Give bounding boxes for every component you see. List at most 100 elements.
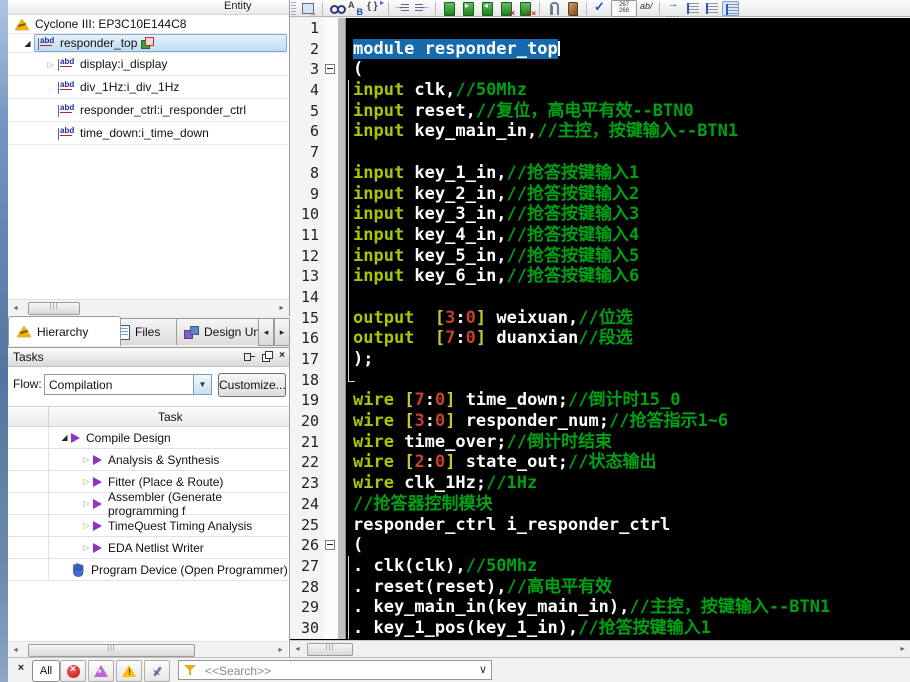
- close-icon[interactable]: ×: [14, 661, 28, 675]
- scroll-right-arrow[interactable]: ▸: [896, 643, 909, 655]
- code-line-27[interactable]: 27. clk(clk),//50Mhz: [290, 556, 910, 577]
- fold-margin[interactable]: [324, 80, 338, 101]
- replace-icon[interactable]: [347, 1, 364, 16]
- code-line-23[interactable]: 23wire clk_1Hz;//1Hz: [290, 473, 910, 494]
- code-text[interactable]: output [3:0] weixuan,//位选: [346, 308, 910, 329]
- code-text[interactable]: wire time_over;//倒计时结束: [346, 432, 910, 453]
- fold-margin[interactable]: [324, 163, 338, 184]
- tab-scroll-right[interactable]: ▸: [274, 318, 290, 346]
- export-icon[interactable]: [300, 1, 317, 16]
- check-syntax-icon[interactable]: [592, 1, 609, 16]
- editor-hscrollbar[interactable]: ◂ ▸: [290, 640, 910, 657]
- navigator-hscrollbar[interactable]: ◂ ▸: [8, 299, 289, 316]
- decrease-indent-icon[interactable]: [413, 1, 430, 16]
- insert-template-icon[interactable]: [366, 1, 383, 16]
- chevron-down-icon[interactable]: ∨: [479, 663, 487, 676]
- code-text[interactable]: input key_2_in,//抢答按键输入2: [346, 184, 910, 205]
- fold-margin[interactable]: [324, 121, 338, 142]
- align-block-icon[interactable]: [722, 1, 739, 16]
- message-search-input[interactable]: <<Search>> ∨: [178, 660, 492, 680]
- collapsed-arrow-icon[interactable]: ▷: [80, 543, 93, 552]
- code-text[interactable]: input key_1_in,//抢答按键输入1: [346, 163, 910, 184]
- fold-margin[interactable]: [324, 266, 338, 287]
- code-line-15[interactable]: 15output [3:0] weixuan,//位选: [290, 308, 910, 329]
- code-text[interactable]: [346, 287, 910, 308]
- code-line-30[interactable]: 30. key_1_pos(key_1_in),//抢答按键输入1: [290, 618, 910, 639]
- tree-item-responder_top[interactable]: ◢abdresponder_top: [8, 34, 289, 53]
- code-line-12[interactable]: 12input key_5_in,//抢答按键输入5: [290, 246, 910, 267]
- code-text[interactable]: responder_ctrl i_responder_ctrl: [346, 515, 910, 536]
- code-line-22[interactable]: 22wire [2:0] state_out;//状态输出: [290, 452, 910, 473]
- expand-arrow-icon[interactable]: ◢: [21, 39, 34, 48]
- line-count-icon[interactable]: 267268: [611, 0, 637, 17]
- code-line-9[interactable]: 9input key_2_in,//抢答按键输入2: [290, 184, 910, 205]
- scroll-right-arrow[interactable]: ▸: [275, 302, 288, 314]
- error-filter-button[interactable]: [60, 660, 86, 682]
- code-text[interactable]: wire [7:0] time_down;//倒计时15_0: [346, 390, 910, 411]
- fold-margin[interactable]: [324, 390, 338, 411]
- fold-margin[interactable]: [324, 39, 338, 60]
- fold-margin[interactable]: [324, 349, 338, 370]
- expand-arrow-icon[interactable]: ◢: [58, 433, 71, 442]
- code-text[interactable]: wire [3:0] responder_num;//抢答指示1~6: [346, 411, 910, 432]
- collapsed-arrow-icon[interactable]: ▷: [80, 477, 93, 486]
- code-text[interactable]: input key_3_in,//抢答按键输入3: [346, 204, 910, 225]
- code-line-21[interactable]: 21wire time_over;//倒计时结束: [290, 432, 910, 453]
- word-wrap-icon[interactable]: ab/: [639, 0, 654, 16]
- close-icon[interactable]: ×: [279, 350, 285, 362]
- code-line-17[interactable]: 17);: [290, 349, 910, 370]
- all-filter-button[interactable]: All: [32, 660, 60, 682]
- fold-margin[interactable]: [324, 328, 338, 349]
- code-line-18[interactable]: 18: [290, 370, 910, 391]
- fold-margin[interactable]: [324, 287, 338, 308]
- code-line-6[interactable]: 6input key_main_in,//主控，按键输入--BTN1: [290, 121, 910, 142]
- warning-filter-button[interactable]: [116, 660, 142, 682]
- fold-margin[interactable]: [324, 204, 338, 225]
- scroll-left-arrow[interactable]: ◂: [291, 643, 304, 655]
- tab-scroll-left[interactable]: ◂: [258, 318, 274, 346]
- code-text[interactable]: . reset(reset),//高电平有效: [346, 577, 910, 598]
- code-line-8[interactable]: 8input key_1_in,//抢答按键输入1: [290, 163, 910, 184]
- code-line-3[interactable]: 3(: [290, 59, 910, 80]
- fold-margin[interactable]: [324, 535, 338, 556]
- code-line-25[interactable]: 25responder_ctrl i_responder_ctrl: [290, 515, 910, 536]
- tree-item-time_down[interactable]: abdtime_down:i_time_down: [8, 122, 289, 145]
- customize-button[interactable]: Customize...: [218, 373, 286, 397]
- fold-margin[interactable]: [324, 308, 338, 329]
- fold-margin[interactable]: [324, 556, 338, 577]
- fold-margin[interactable]: [324, 184, 338, 205]
- fold-margin[interactable]: [324, 18, 338, 39]
- scroll-thumb[interactable]: [307, 643, 353, 656]
- toggle-bookmark-icon[interactable]: [441, 1, 458, 16]
- task-row-compile-design[interactable]: ◢Compile Design: [8, 427, 289, 449]
- attach-icon[interactable]: [545, 1, 562, 16]
- scroll-right-arrow[interactable]: ▸: [274, 644, 287, 656]
- code-line-4[interactable]: 4input clk,//50Mhz: [290, 80, 910, 101]
- toolbar-drag-handle[interactable]: [291, 2, 296, 15]
- code-text[interactable]: (: [346, 59, 910, 80]
- code-text[interactable]: input key_6_in,//抢答按键输入6: [346, 266, 910, 287]
- clear-all-bookmarks-icon[interactable]: [517, 1, 534, 16]
- float-icon[interactable]: [261, 350, 273, 362]
- chevron-down-icon[interactable]: ▼: [193, 375, 211, 394]
- device-row[interactable]: Cyclone III: EP3C10E144C8: [8, 15, 289, 34]
- code-text[interactable]: output [7:0] duanxian//段选: [346, 328, 910, 349]
- code-line-16[interactable]: 16output [7:0] duanxian//段选: [290, 328, 910, 349]
- task-row-analysis-synthesis[interactable]: ▷Analysis & Synthesis: [8, 449, 289, 471]
- fold-margin[interactable]: [324, 225, 338, 246]
- code-line-2[interactable]: 2module responder_top: [290, 39, 910, 60]
- tree-item-div_1Hz[interactable]: abddiv_1Hz:i_div_1Hz: [8, 76, 289, 99]
- code-area[interactable]: 12module responder_top3(4input clk,//50M…: [290, 18, 910, 640]
- fold-margin[interactable]: [324, 101, 338, 122]
- scroll-thumb[interactable]: [28, 644, 195, 657]
- task-row-eda-netlist-writer[interactable]: ▷EDA Netlist Writer: [8, 537, 289, 559]
- pin-icon[interactable]: [243, 350, 255, 362]
- code-line-7[interactable]: 7: [290, 142, 910, 163]
- task-row-assembler-generate-programming-f[interactable]: ▷Assembler (Generate programming f: [8, 493, 289, 515]
- critical-warning-filter-button[interactable]: [88, 660, 114, 682]
- code-line-20[interactable]: 20wire [3:0] responder_num;//抢答指示1~6: [290, 411, 910, 432]
- fold-margin[interactable]: [324, 618, 338, 639]
- code-text[interactable]: input reset,//复位，高电平有效--BTN0: [346, 101, 910, 122]
- fold-margin[interactable]: [324, 411, 338, 432]
- scroll-thumb[interactable]: [28, 302, 80, 315]
